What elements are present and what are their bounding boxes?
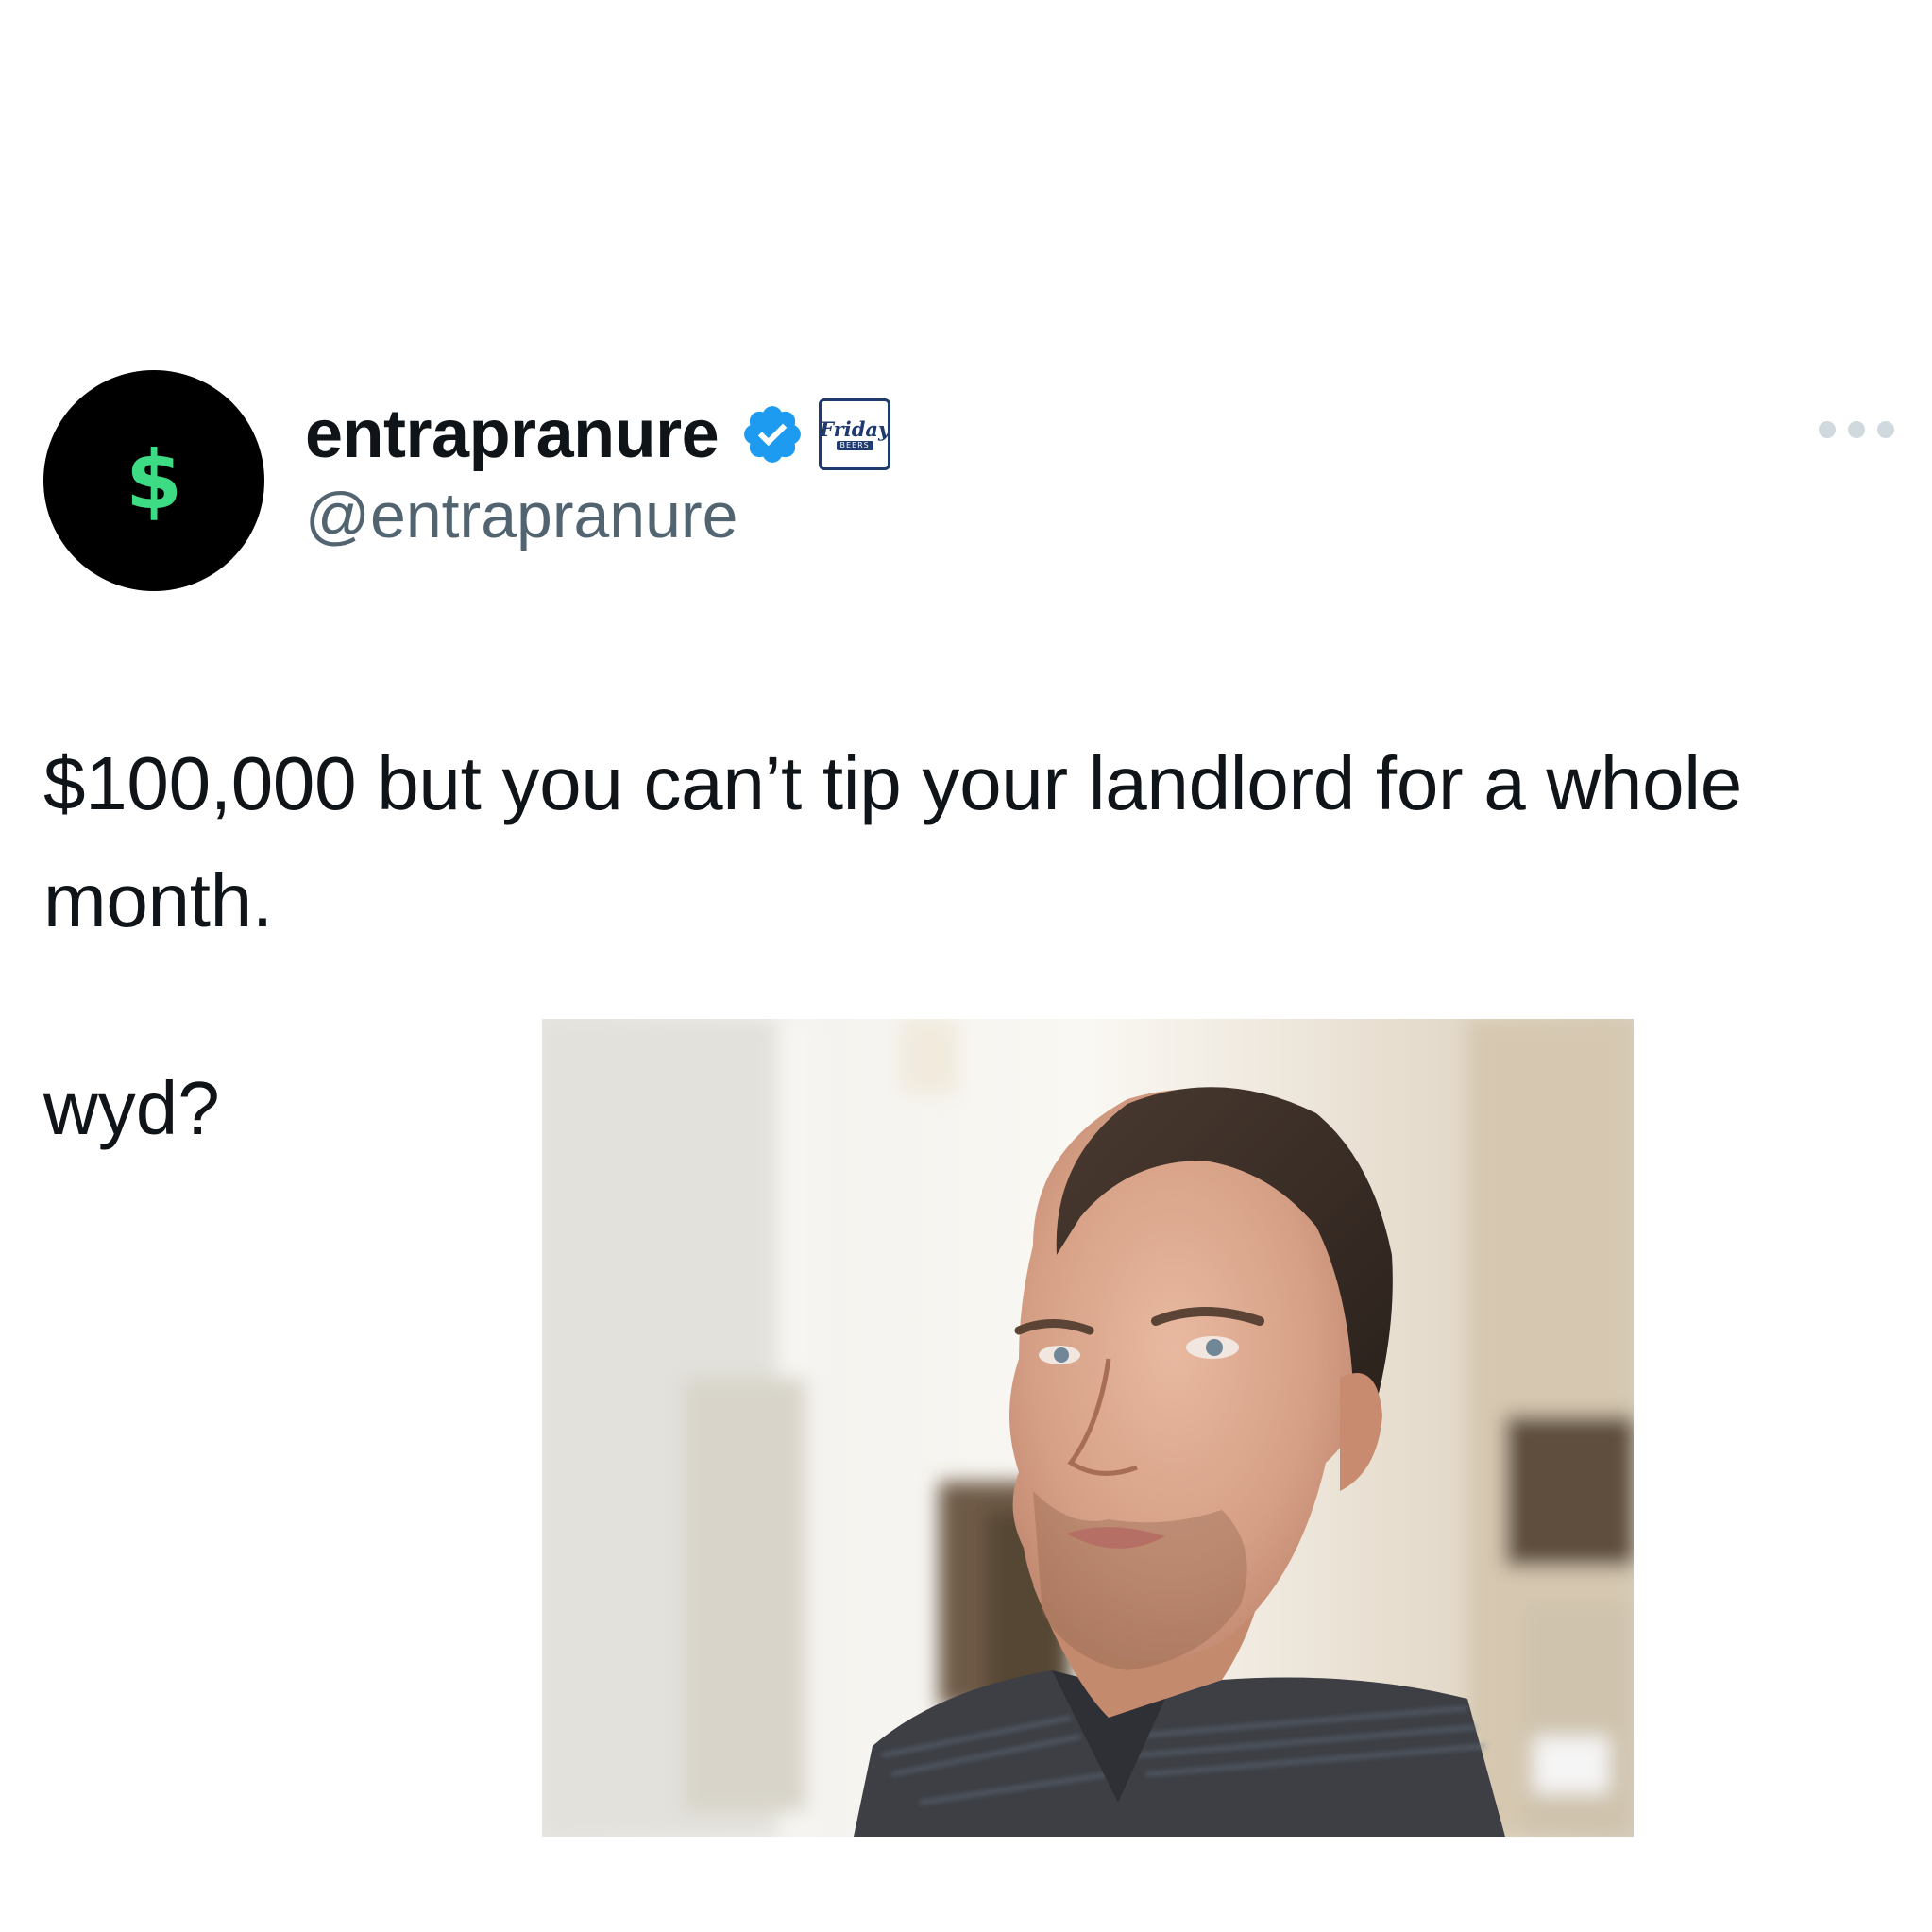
tweet-text-followup: wyd? (43, 1066, 220, 1150)
more-dot (1819, 421, 1836, 438)
affiliate-badge-brand: Friday (820, 416, 890, 441)
tweet-text-line: $100,000 but you can’t tip your landlord… (43, 741, 1742, 942)
tweet-header: $ entrapranure Friday BEERS @entrapranur… (43, 370, 1894, 593)
author-name-row: entrapranure Friday BEERS (305, 397, 891, 472)
verified-check-icon (744, 406, 802, 463)
more-horizontal-icon[interactable] (1819, 415, 1894, 444)
more-dot (1848, 421, 1865, 438)
affiliate-badge[interactable]: Friday BEERS (819, 398, 891, 470)
author-handle[interactable]: @entrapranure (305, 479, 737, 552)
tweet-text: $100,000 but you can’t tip your landlord… (43, 725, 1838, 959)
avatar[interactable]: $ (43, 370, 264, 591)
dollar-sign-icon: $ (126, 433, 182, 528)
author-display-name[interactable]: entrapranure (305, 397, 720, 472)
affiliate-badge-sub: BEERS (836, 440, 873, 450)
photo-illustration (542, 1019, 1634, 1837)
tweet-media-photo[interactable] (542, 1019, 1634, 1837)
more-dot (1877, 421, 1894, 438)
